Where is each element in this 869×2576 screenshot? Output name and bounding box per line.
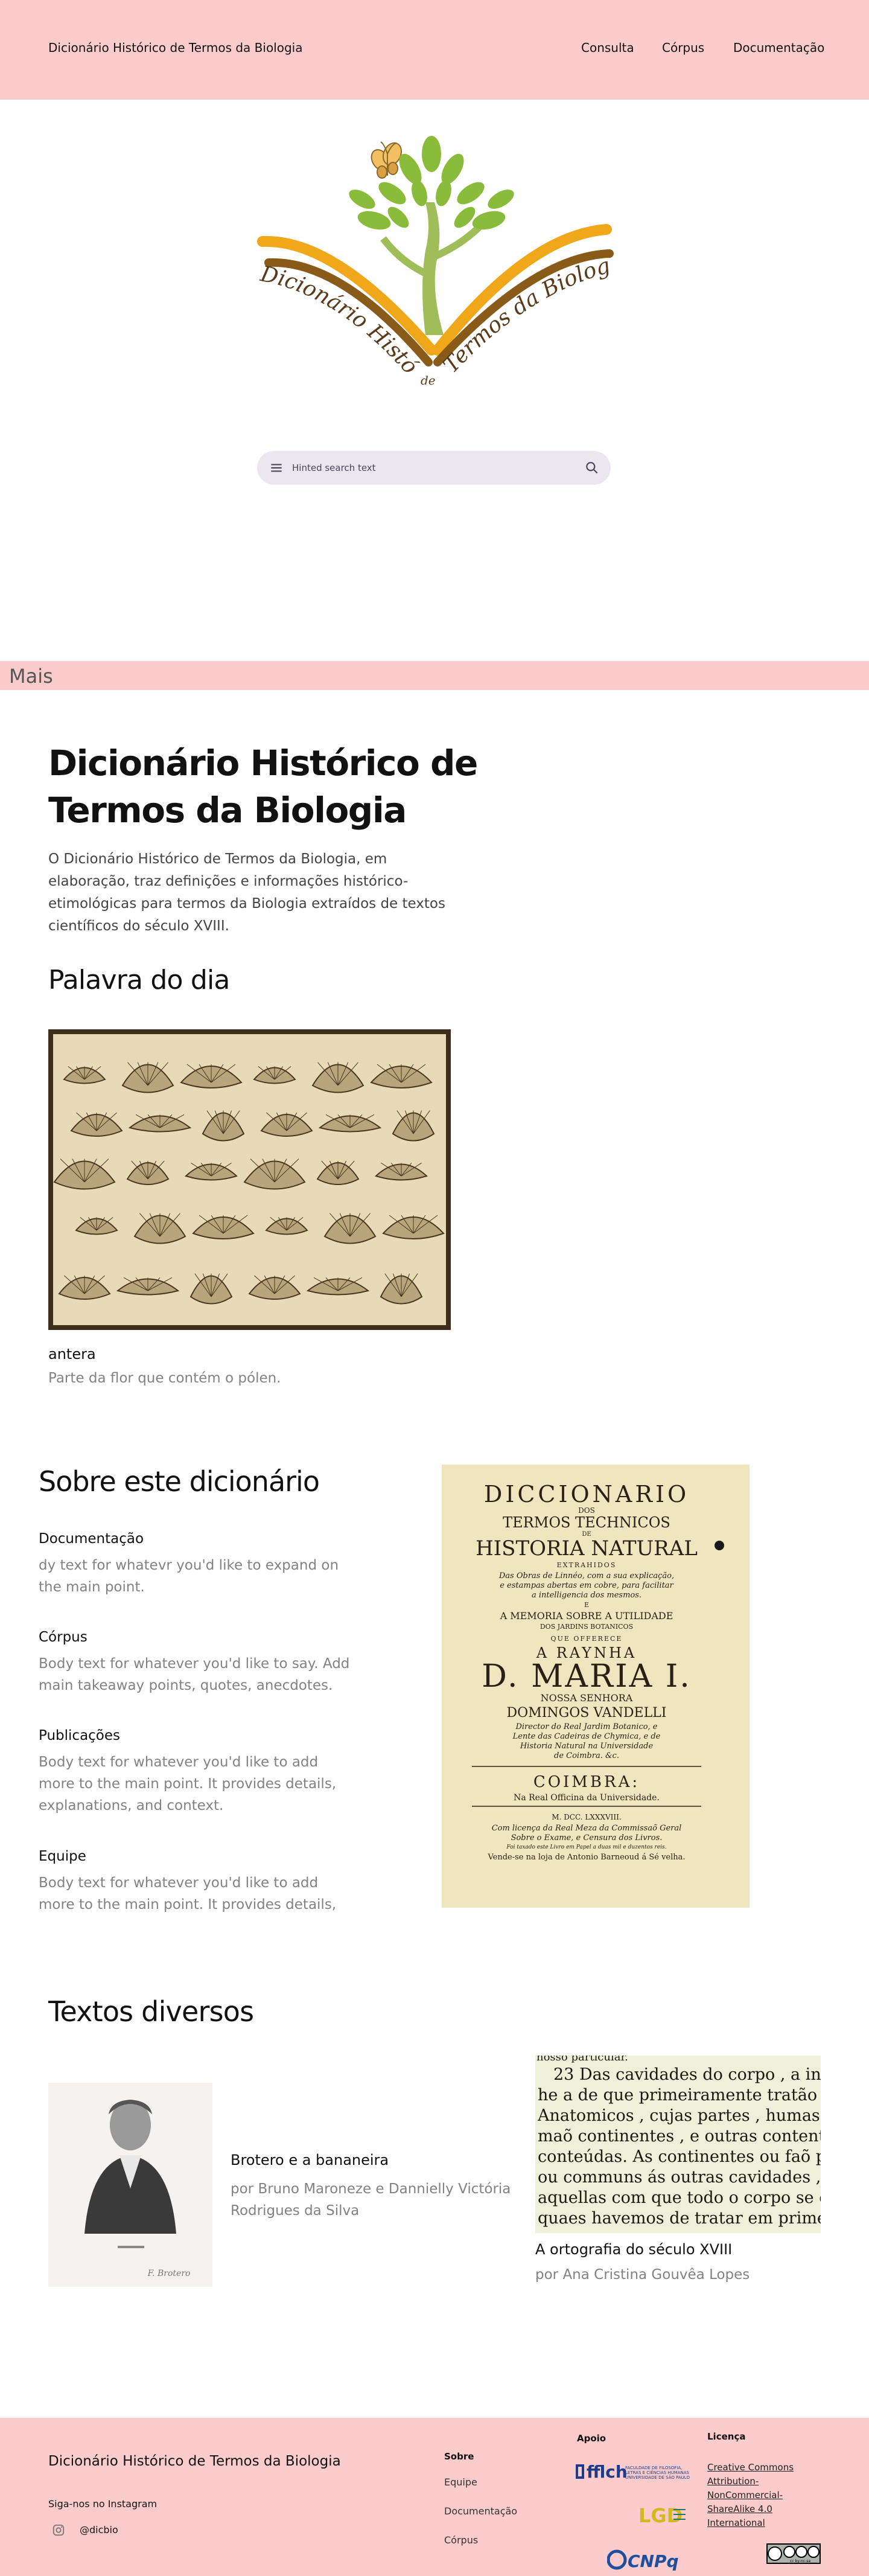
svg-text:Director do Real Jardim Botani: Director do Real Jardim Botanico, e <box>515 1722 657 1731</box>
svg-text:cc by-nc-sa: cc by-nc-sa <box>790 2559 810 2563</box>
svg-text:COIMBRA:: COIMBRA: <box>533 1773 640 1791</box>
svg-text:nosso particular.: nosso particular. <box>536 2056 628 2063</box>
text-brotero-title[interactable]: Brotero e a bananeira <box>231 2152 389 2169</box>
svg-text:Anatomicos , cujas partes , hu: Anatomicos , cujas partes , humas se <box>537 2106 821 2125</box>
about-heading: Sobre este dicionário <box>39 1465 320 1498</box>
nav-documentacao[interactable]: Documentação <box>733 40 824 55</box>
svg-text:QUE OFFERECE: QUE OFFERECE <box>551 1635 623 1643</box>
about-corpus-text: Body text for whatever you'd like to say… <box>39 1656 350 1693</box>
about-equipe-text: Body text for whatever you'd like to add… <box>39 1875 337 1913</box>
svg-text:DOMINGOS VANDELLI: DOMINGOS VANDELLI <box>507 1705 667 1721</box>
svg-text:CNPq: CNPq <box>628 2551 679 2571</box>
text-ortografia-author: por Ana Cristina Gouvêa Lopes <box>535 2267 750 2283</box>
svg-text:fflch: fflch <box>587 2462 628 2482</box>
svg-text:Vende-se na loja de Antonio Ba: Vende-se na loja de Antonio Barneoud á S… <box>487 1853 685 1862</box>
svg-text:D. MARIA I.: D. MARIA I. <box>482 1658 692 1695</box>
svg-text:UNIVERSIDADE DE SÃO PAULO: UNIVERSIDADE DE SÃO PAULO <box>625 2475 690 2480</box>
more-label[interactable]: Mais <box>9 665 53 688</box>
about-documentacao-text: dy text for whatevr you'd like to expand… <box>39 1558 339 1595</box>
svg-text:LETRAS E CIÊNCIAS HUMANAS: LETRAS E CIÊNCIAS HUMANAS <box>625 2470 690 2475</box>
orthography-page-image[interactable]: nosso particular. 23 Das cavidades do co… <box>535 2056 821 2233</box>
svg-text:HISTORIA NATURAL: HISTORIA NATURAL <box>476 1536 698 1561</box>
menu-icon[interactable] <box>269 460 284 476</box>
svg-text:Com licença da Real Meza da Co: Com licença da Real Meza da Commissaõ Ge… <box>492 1824 682 1833</box>
about-publicacoes-text: Body text for whatever you'd like to add… <box>39 1754 337 1814</box>
svg-text:maõ continentes , e outras con: maõ continentes , e outras contentas <box>538 2127 821 2146</box>
word-of-day-heading: Palavra do dia <box>48 965 230 996</box>
svg-text:Foi taxado este Livro em Papel: Foi taxado este Livro em Papel a duas mi… <box>506 1844 666 1850</box>
license-link[interactable]: Creative Commons Attribution-NonCommerci… <box>707 2461 810 2530</box>
page-title: Dicionário Histórico de Termos da Biolog… <box>48 743 478 831</box>
svg-text:Lente das Cadeiras de Chymica,: Lente das Cadeiras de Chymica, e de <box>512 1732 661 1741</box>
svg-text:e estampas abertas em cobre, p: e estampas abertas em cobre, para facili… <box>500 1581 673 1590</box>
svg-text:conteúdas. As continentes ou f: conteúdas. As continentes ou faõ prop <box>538 2147 821 2166</box>
svg-text:A MEMORIA SOBRE A UTILIDADE: A MEMORIA SOBRE A UTILIDADE <box>500 1610 673 1622</box>
svg-text:23 Das cavidades do corpo , a: 23 Das cavidades do corpo , a in- <box>553 2065 821 2084</box>
cc-license-badge[interactable]: cc by-nc-sa <box>766 2543 821 2564</box>
svg-text:DOS: DOS <box>578 1506 595 1515</box>
svg-text:de Coimbra. &c.: de Coimbra. &c. <box>554 1751 619 1760</box>
instagram-icon[interactable] <box>52 2523 65 2537</box>
svg-text:DICCIONARIO: DICCIONARIO <box>484 1481 689 1507</box>
svg-text:a intelligencia dos mesmos.: a intelligencia dos mesmos. <box>532 1591 641 1600</box>
search-icon[interactable] <box>584 460 600 476</box>
svg-text:M. DCC. LXXXVIII.: M. DCC. LXXXVIII. <box>552 1813 621 1821</box>
footer-sobre-heading: Sobre <box>444 2451 474 2462</box>
brotero-portrait-image[interactable]: F. Brotero <box>48 2083 212 2287</box>
intro-text: O Dicionário Histórico de Termos da Biol… <box>48 851 445 934</box>
svg-text:TERMOS TECHNICOS: TERMOS TECHNICOS <box>503 1514 670 1531</box>
svg-text:Sobre o Exame, e Censura dos L: Sobre o Exame, e Censura dos Livros. <box>511 1833 663 1843</box>
svg-text:LGD: LGD <box>638 2504 683 2527</box>
word-of-day-word[interactable]: antera <box>48 1346 96 1363</box>
nav-consulta[interactable]: Consulta <box>581 40 634 55</box>
portrait-signature: F. Brotero <box>147 2269 191 2278</box>
nav-corpus[interactable]: Córpus <box>662 40 704 55</box>
more-bar <box>0 661 869 690</box>
svg-text:quaes havemos de tratar em pri: quaes havemos de tratar em primeiro l <box>538 2209 821 2228</box>
about-corpus-title[interactable]: Córpus <box>39 1629 88 1645</box>
site-title[interactable]: Dicionário Histórico de Termos da Biolog… <box>48 40 302 55</box>
about-equipe-title[interactable]: Equipe <box>39 1849 86 1864</box>
svg-text:Historia Natural na Universida: Historia Natural na Universidade <box>520 1742 654 1751</box>
svg-text:he a de que primeiramente trat: he a de que primeiramente tratão tod <box>538 2086 821 2105</box>
book-cover-image: DICCIONARIO DOS TERMOS TECHNICOS DE HIST… <box>442 1465 750 1908</box>
about-documentacao-title[interactable]: Documentação <box>39 1531 144 1547</box>
svg-text:aquellas com que todo o corpo: aquellas com que todo o corpo se cobre <box>538 2188 821 2207</box>
footer-link-documentacao[interactable]: Documentação <box>444 2505 517 2517</box>
cnpq-logo[interactable]: CNPq <box>607 2546 686 2571</box>
svg-text:FACULDADE DE FILOSOFIA,: FACULDADE DE FILOSOFIA, <box>625 2466 682 2470</box>
text-brotero-author: por Bruno Maroneze e Dannielly Victória … <box>231 2181 511 2219</box>
fflch-logo[interactable]: fflch FACULDADE DE FILOSOFIA, LETRAS E C… <box>576 2458 690 2482</box>
svg-text:EXTRAHIDOS: EXTRAHIDOS <box>557 1561 617 1569</box>
butterfly-icon <box>371 141 403 179</box>
footer-link-equipe[interactable]: Equipe <box>444 2476 477 2488</box>
svg-text:ou communs ás outras cavidades: ou communs ás outras cavidades , c <box>538 2168 821 2187</box>
svg-text:Na Real Officina da Universida: Na Real Officina da Universidade. <box>514 1793 660 1803</box>
svg-text:NOSSA SENHORA: NOSSA SENHORA <box>541 1692 633 1704</box>
text-ortografia-title[interactable]: A ortografia do século XVIII <box>535 2241 732 2258</box>
footer-apoio-heading: Apoio <box>577 2433 606 2444</box>
svg-text:Das Obras de Linnéo, com a sua: Das Obras de Linnéo, com a sua explicaçã… <box>498 1571 674 1580</box>
about-publicacoes-title[interactable]: Publicações <box>39 1728 120 1743</box>
svg-text:DOS JARDINS BOTANICOS: DOS JARDINS BOTANICOS <box>540 1623 633 1631</box>
logo-word-de: de <box>421 373 436 388</box>
footer-follow-text: Siga-nos no Instagram <box>48 2498 158 2510</box>
search-input[interactable]: Hinted search text <box>292 462 376 473</box>
footer-title: Dicionário Histórico de Termos da Biolog… <box>48 2453 341 2469</box>
footer-link-corpus[interactable]: Córpus <box>444 2534 478 2546</box>
lgd-logo[interactable]: LGD <box>636 2499 687 2528</box>
instagram-handle[interactable]: @dicbio <box>80 2524 118 2536</box>
word-of-day-definition: Parte da flor que contém o pólen. <box>48 1370 281 1386</box>
dictionary-logo: Dicionário Histórico de Termos da Biolog… <box>244 136 614 388</box>
shells-engraving-image <box>48 1029 451 1330</box>
texts-heading: Textos diversos <box>48 1995 254 2028</box>
svg-text:E: E <box>584 1601 589 1609</box>
footer-licenca-heading: Licença <box>707 2431 746 2442</box>
